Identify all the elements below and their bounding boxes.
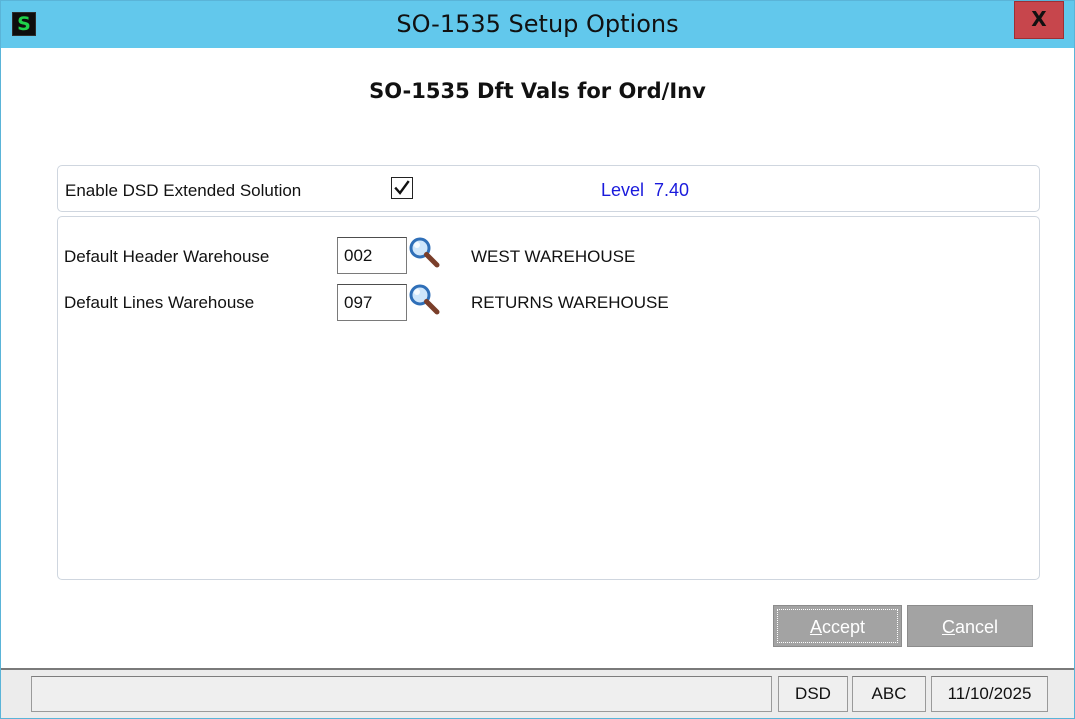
header-warehouse-label: Default Header Warehouse — [64, 247, 270, 266]
cancel-hotkey: C — [941, 617, 955, 637]
header-warehouse-description: WEST WAREHOUSE — [471, 247, 636, 266]
setup-options-window: S SO-1535 Setup Options X SO-1535 Dft Va… — [0, 0, 1075, 719]
magnifier-icon[interactable] — [407, 282, 441, 316]
enable-dsd-checkbox[interactable] — [391, 177, 413, 199]
lines-warehouse-description: RETURNS WAREHOUSE — [471, 293, 669, 312]
close-button[interactable]: X — [1014, 1, 1064, 39]
lines-warehouse-label: Default Lines Warehouse — [64, 293, 255, 312]
checkmark-icon — [394, 180, 410, 195]
dialog-heading: SO-1535 Dft Vals for Ord/Inv — [369, 79, 706, 103]
close-icon: X — [1031, 7, 1047, 31]
accept-button[interactable]: Accept — [773, 605, 902, 647]
status-message — [31, 676, 772, 712]
level-text: Level 7.40 — [601, 180, 690, 200]
cancel-label: ancel — [954, 617, 999, 637]
header-warehouse-input[interactable]: 002 — [337, 237, 407, 274]
status-user-code: ABC — [852, 676, 926, 712]
window-title: SO-1535 Setup Options — [396, 10, 679, 38]
status-date: 11/10/2025 — [931, 676, 1048, 712]
status-company-code: DSD — [778, 676, 848, 712]
focus-rectangle — [777, 609, 898, 643]
enable-dsd-label: Enable DSD Extended Solution — [65, 181, 302, 200]
lines-warehouse-input[interactable]: 097 — [337, 284, 407, 321]
title-bar[interactable]: S SO-1535 Setup Options X — [1, 1, 1074, 48]
magnifier-icon[interactable] — [407, 235, 441, 269]
cancel-button[interactable]: Cancel — [907, 605, 1033, 647]
warehouse-panel — [57, 216, 1040, 580]
